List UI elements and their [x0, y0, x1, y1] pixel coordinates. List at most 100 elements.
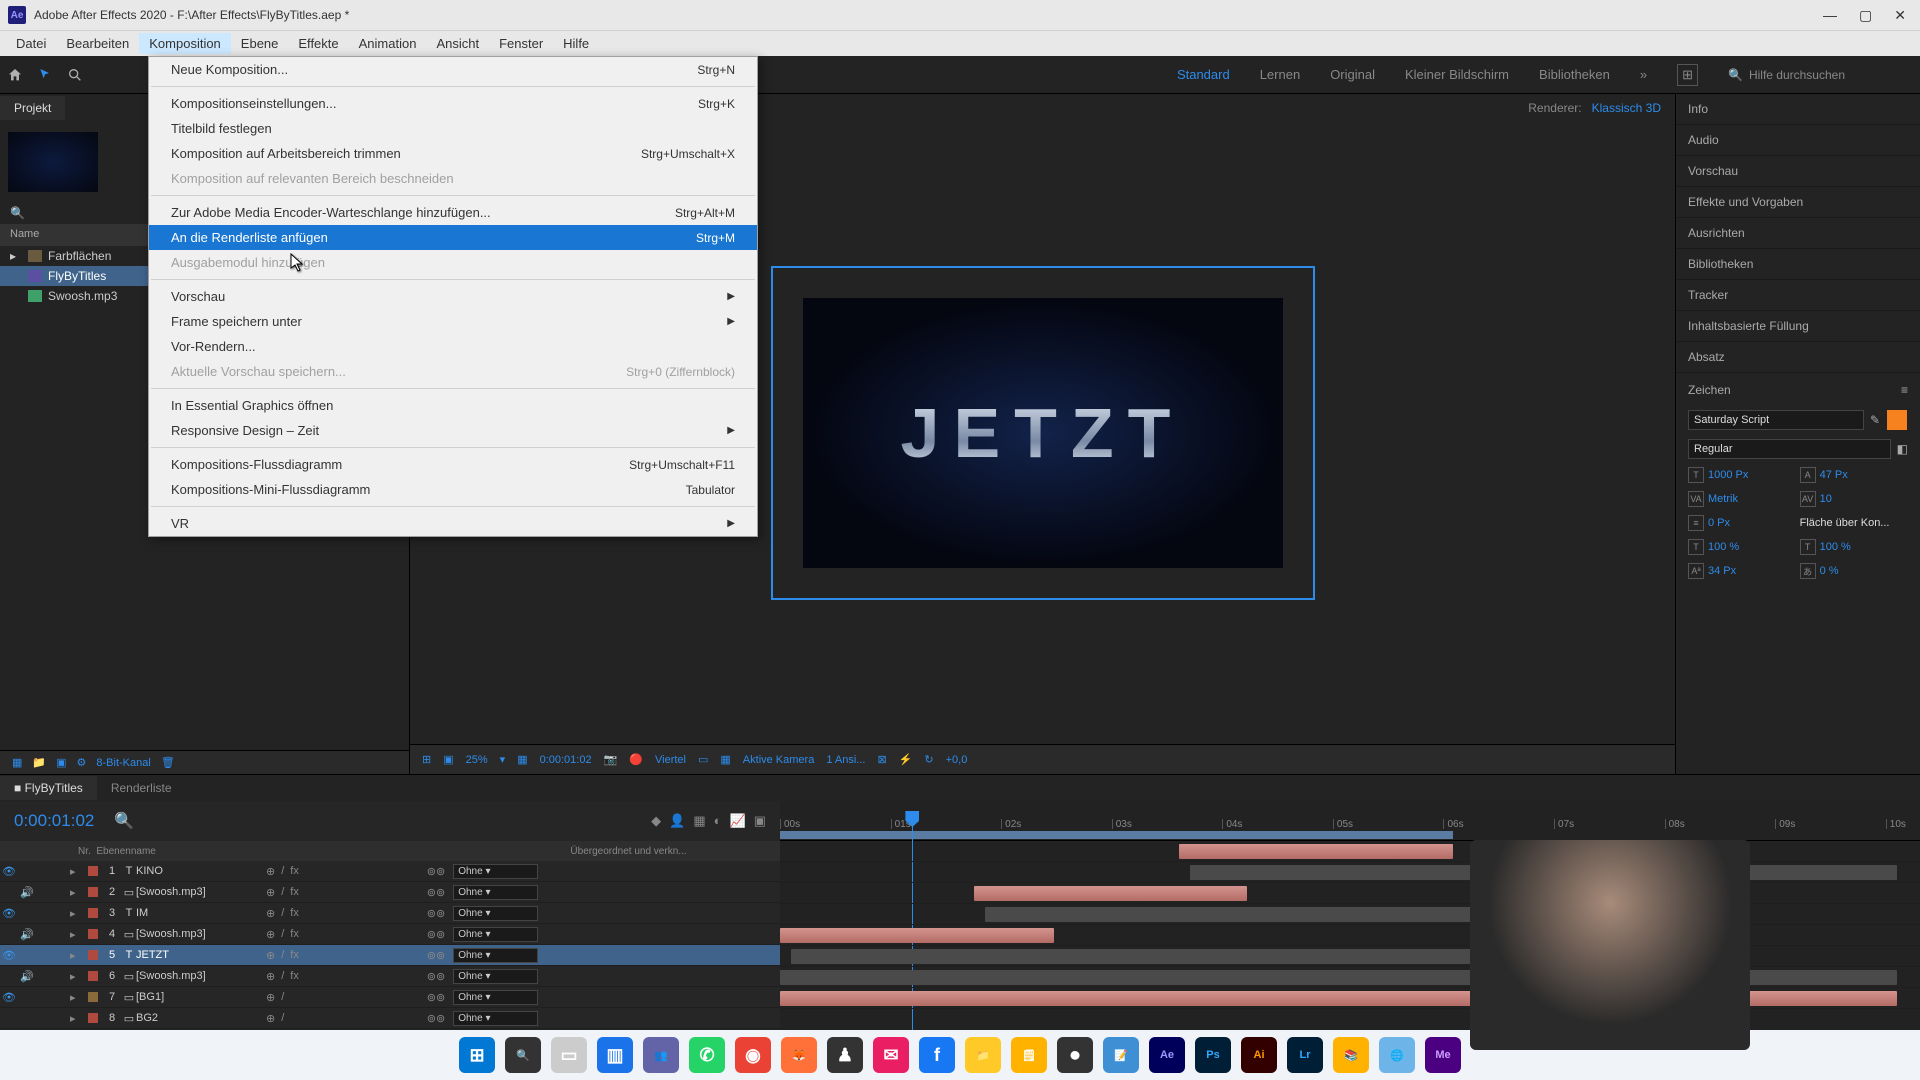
close-button[interactable]: ✕ [1894, 7, 1906, 24]
selection-tool-icon[interactable] [30, 60, 60, 90]
vscale-value[interactable]: 100 % [1708, 541, 1739, 553]
fast-preview-icon[interactable]: ⚡ [899, 753, 913, 766]
menu-ansicht[interactable]: Ansicht [426, 33, 489, 54]
menu-hilfe[interactable]: Hilfe [553, 33, 599, 54]
draft-3d-icon[interactable]: ▣ [754, 813, 766, 829]
taskbar-icon[interactable]: ▥ [597, 1037, 633, 1073]
menu-animation[interactable]: Animation [349, 33, 427, 54]
layer-row[interactable]: 👁▸5TJETZT⊕/fx⊚⊚Ohne ▾ [0, 945, 780, 966]
menu-fenster[interactable]: Fenster [489, 33, 553, 54]
motion-blur-icon[interactable]: ◐ [714, 813, 722, 829]
baseline-value[interactable]: 34 Px [1708, 565, 1736, 577]
layer-row[interactable]: ▸8▭BG2⊕/⊚⊚Ohne ▾ [0, 1008, 780, 1029]
fill-color-swatch[interactable] [1886, 409, 1908, 431]
panel-row[interactable]: Bibliotheken [1676, 249, 1920, 280]
minimize-button[interactable]: — [1823, 7, 1837, 24]
taskbar-icon[interactable]: ♟ [827, 1037, 863, 1073]
menu-komposition[interactable]: Komposition [139, 33, 231, 54]
menu-item[interactable]: Titelbild festlegen [149, 116, 757, 141]
tracking-value[interactable]: 10 [1820, 493, 1832, 505]
layer-row[interactable]: 👁▸3TIM⊕/fx⊚⊚Ohne ▾ [0, 903, 780, 924]
search-icon[interactable]: 🔍 [114, 811, 134, 831]
timeline-tab[interactable]: Renderliste [97, 776, 186, 800]
name-column-header[interactable]: Name [10, 228, 39, 240]
taskbar-icon[interactable]: f [919, 1037, 955, 1073]
home-icon[interactable] [0, 60, 30, 90]
taskbar-icon[interactable]: 🗒 [1011, 1037, 1047, 1073]
panel-row[interactable]: Effekte und Vorgaben [1676, 187, 1920, 218]
panel-row[interactable]: Info [1676, 94, 1920, 125]
menu-ebene[interactable]: Ebene [231, 33, 289, 54]
panel-row[interactable]: Vorschau [1676, 156, 1920, 187]
menu-item[interactable]: Responsive Design – Zeit▶ [149, 418, 757, 443]
project-tab[interactable]: Projekt [0, 96, 65, 120]
layer-row[interactable]: 🔊▸6▭[Swoosh.mp3]⊕/fx⊚⊚Ohne ▾ [0, 966, 780, 987]
panel-row[interactable]: Absatz [1676, 342, 1920, 373]
renderer-value[interactable]: Klassisch 3D [1592, 101, 1661, 115]
taskbar-icon[interactable]: 🦊 [781, 1037, 817, 1073]
menu-bearbeiten[interactable]: Bearbeiten [56, 33, 139, 54]
help-search[interactable]: Hilfe durchsuchen [1749, 68, 1845, 82]
new-comp-icon[interactable]: ▣ [56, 756, 66, 769]
pixel-aspect-icon[interactable]: ⊠ [877, 753, 886, 766]
font-family-select[interactable]: Saturday Script [1688, 410, 1864, 430]
menu-item[interactable]: VR▶ [149, 511, 757, 536]
transparency-icon[interactable]: ▦ [720, 753, 730, 766]
menu-item[interactable]: Kompositions-Mini-FlussdiagrammTabulator [149, 477, 757, 502]
region-icon[interactable]: ▭ [698, 753, 708, 766]
adjust-icon[interactable]: ⚙ [77, 756, 87, 769]
menu-item[interactable]: Kompositions-FlussdiagrammStrg+Umschalt+… [149, 452, 757, 477]
trash-icon[interactable]: 🗑 [161, 756, 175, 769]
menu-item[interactable]: Frame speichern unter▶ [149, 309, 757, 334]
composition-canvas[interactable]: JETZT [803, 298, 1283, 568]
menu-item[interactable]: An die Renderliste anfügenStrg+M [149, 225, 757, 250]
snapshot-icon[interactable]: 📷 [604, 753, 618, 766]
timecode[interactable]: 0:00:01:02 [14, 811, 94, 831]
stroke-width-value[interactable]: 0 Px [1708, 517, 1730, 529]
font-weight-select[interactable]: Regular [1688, 439, 1891, 459]
fill-over-value[interactable]: Fläche über Kon... [1800, 517, 1890, 529]
taskbar-icon[interactable]: Ps [1195, 1037, 1231, 1073]
panel-row[interactable]: Tracker [1676, 280, 1920, 311]
leading-value[interactable]: 47 Px [1820, 469, 1848, 481]
font-size-value[interactable]: 1000 Px [1708, 469, 1748, 481]
exposure-value[interactable]: +0,0 [946, 754, 968, 766]
kerning-value[interactable]: Metrik [1708, 493, 1738, 505]
taskbar-icon[interactable]: Lr [1287, 1037, 1323, 1073]
layer-bar[interactable] [791, 949, 1498, 964]
graph-editor-icon[interactable]: 📈 [730, 813, 746, 829]
workspace-original[interactable]: Original [1330, 67, 1375, 82]
taskbar-icon[interactable]: 📁 [965, 1037, 1001, 1073]
new-folder-icon[interactable]: 📁 [32, 756, 46, 769]
workspace-lernen[interactable]: Lernen [1260, 67, 1300, 82]
zoom-tool-icon[interactable] [60, 60, 90, 90]
interpret-footage-icon[interactable]: ▦ [12, 756, 22, 769]
menu-item[interactable]: Komposition auf Arbeitsbereich trimmenSt… [149, 141, 757, 166]
layer-bar[interactable] [1179, 844, 1453, 859]
taskbar-icon[interactable]: ⏺ [1057, 1037, 1093, 1073]
panel-row[interactable]: Inhaltsbasierte Füllung [1676, 311, 1920, 342]
layer-bar[interactable] [974, 886, 1248, 901]
character-panel-title[interactable]: Zeichen [1688, 383, 1731, 397]
safe-zones-icon[interactable]: ▦ [517, 753, 527, 766]
shy-icon[interactable]: 👤 [669, 813, 685, 829]
taskbar-icon[interactable]: 📝 [1103, 1037, 1139, 1073]
eyedropper-icon[interactable]: ✎ [1870, 413, 1880, 427]
taskbar-icon[interactable]: 🔍 [505, 1037, 541, 1073]
frame-blend-icon[interactable]: ▦ [693, 813, 705, 829]
timeline-icon[interactable]: ↻ [924, 753, 933, 766]
menu-effekte[interactable]: Effekte [288, 33, 348, 54]
resolution-value[interactable]: Viertel [655, 754, 686, 766]
taskbar-icon[interactable]: Ai [1241, 1037, 1277, 1073]
hscale-value[interactable]: 100 % [1820, 541, 1851, 553]
taskbar-icon[interactable]: Ae [1149, 1037, 1185, 1073]
maximize-button[interactable]: ▢ [1859, 7, 1872, 24]
views-value[interactable]: 1 Ansi... [826, 754, 865, 766]
layer-row[interactable]: 👁▸7▭[BG1]⊕/⊚⊚Ohne ▾ [0, 987, 780, 1008]
layer-row[interactable]: 👁▸1TKINO⊕/fx⊚⊚Ohne ▾ [0, 861, 780, 882]
taskbar-icon[interactable]: ✉ [873, 1037, 909, 1073]
layer-row[interactable]: 🔊▸4▭[Swoosh.mp3]⊕/fx⊚⊚Ohne ▾ [0, 924, 780, 945]
menu-item[interactable]: Zur Adobe Media Encoder-Warteschlange hi… [149, 200, 757, 225]
workspace-standard[interactable]: Standard [1177, 67, 1230, 82]
taskbar-icon[interactable]: 📚 [1333, 1037, 1369, 1073]
